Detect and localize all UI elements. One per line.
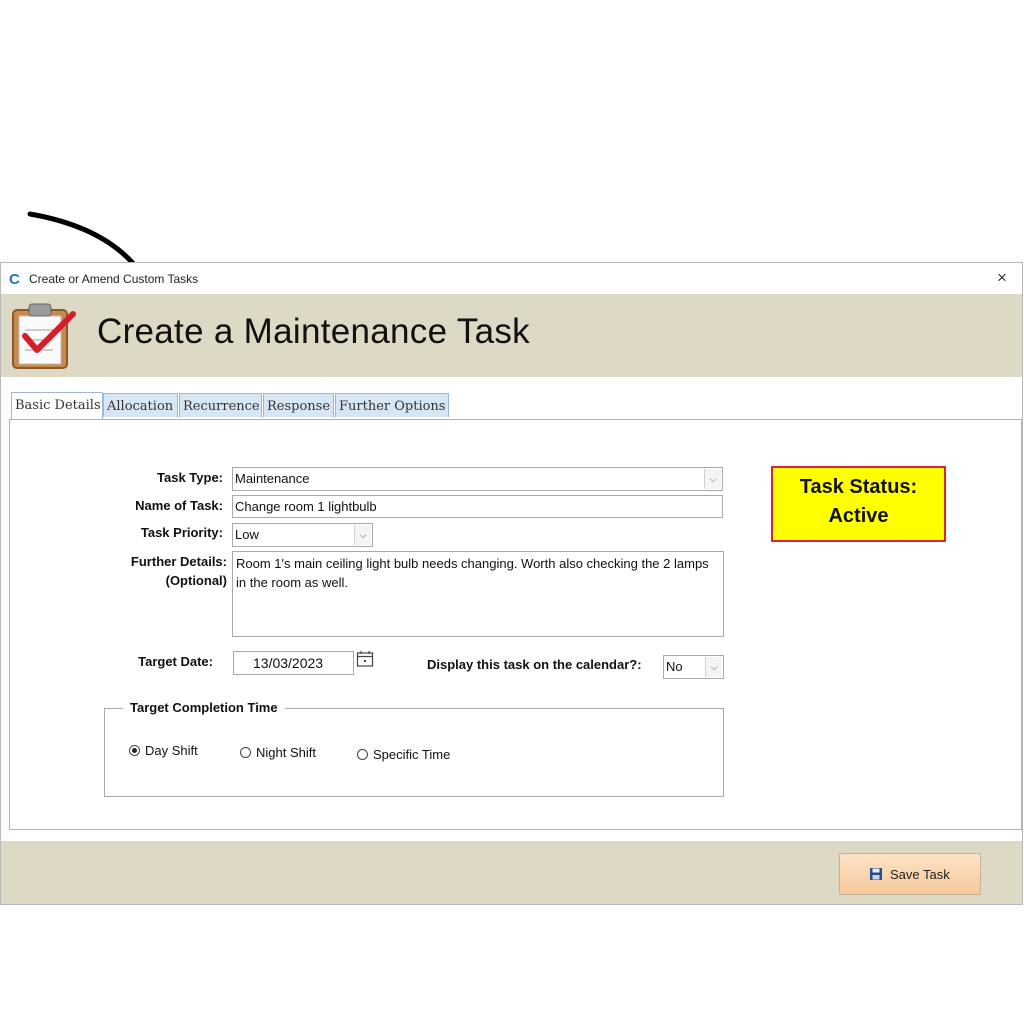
save-task-button[interactable]: Save Task: [839, 853, 981, 895]
chevron-down-icon[interactable]: ⌵: [354, 525, 371, 545]
chevron-down-icon[interactable]: ⌵: [705, 657, 722, 677]
status-heading: Task Status:: [799, 476, 918, 498]
save-task-label: Save Task: [890, 867, 950, 882]
completion-time-title: Target Completion Time: [123, 700, 285, 715]
task-priority-select[interactable]: Low ⌵: [232, 523, 373, 547]
tab-response[interactable]: Response: [263, 393, 334, 417]
header-banner: Create a Maintenance Task: [1, 294, 1022, 377]
app-logo-icon: C: [9, 271, 20, 288]
task-type-select[interactable]: Maintenance ⌵: [232, 467, 723, 491]
title-bar: C Create or Amend Custom Tasks ×: [1, 263, 1022, 294]
task-status-box: Task Status: Active: [771, 466, 946, 542]
floppy-disk-icon: [870, 868, 882, 880]
tab-further-options[interactable]: Further Options: [335, 393, 449, 417]
calendar-icon[interactable]: [356, 650, 374, 668]
tab-allocation[interactable]: Allocation: [103, 393, 178, 417]
task-window: C Create or Amend Custom Tasks × Create …: [0, 262, 1023, 905]
clipboard-checkmark-icon: [12, 303, 76, 369]
tab-recurrence[interactable]: Recurrence: [179, 393, 262, 417]
further-details-label: Further Details:: [130, 554, 227, 569]
task-name-input[interactable]: Change room 1 lightbulb: [232, 495, 723, 518]
task-priority-value: Low: [235, 527, 259, 542]
task-type-label: Task Type:: [157, 470, 223, 485]
task-name-label: Name of Task:: [135, 498, 223, 513]
calendar-display-select[interactable]: No ⌵: [663, 655, 724, 679]
calendar-display-value: No: [666, 659, 683, 674]
task-priority-label: Task Priority:: [140, 525, 223, 540]
target-date-input[interactable]: 13/03/2023: [233, 651, 354, 675]
specific-time-radio[interactable]: [357, 749, 368, 760]
close-button[interactable]: ×: [997, 268, 1007, 288]
page-title: Create a Maintenance Task: [97, 312, 530, 351]
calendar-display-label: Display this task on the calendar?:: [427, 657, 642, 672]
night-shift-radio[interactable]: [240, 747, 251, 758]
day-shift-label[interactable]: Day Shift: [145, 743, 198, 758]
day-shift-radio[interactable]: [129, 745, 140, 756]
optional-label: (Optional): [165, 573, 227, 588]
night-shift-label[interactable]: Night Shift: [256, 745, 316, 760]
target-date-label: Target Date:: [138, 654, 213, 669]
window-title: Create or Amend Custom Tasks: [29, 272, 199, 286]
specific-time-label[interactable]: Specific Time: [373, 747, 450, 762]
status-value: Active: [828, 505, 889, 527]
task-type-value: Maintenance: [235, 471, 310, 486]
further-details-textarea[interactable]: Room 1's main ceiling light bulb needs c…: [232, 551, 724, 637]
chevron-down-icon[interactable]: ⌵: [704, 469, 721, 489]
tab-basic-details[interactable]: Basic Details: [11, 392, 103, 419]
